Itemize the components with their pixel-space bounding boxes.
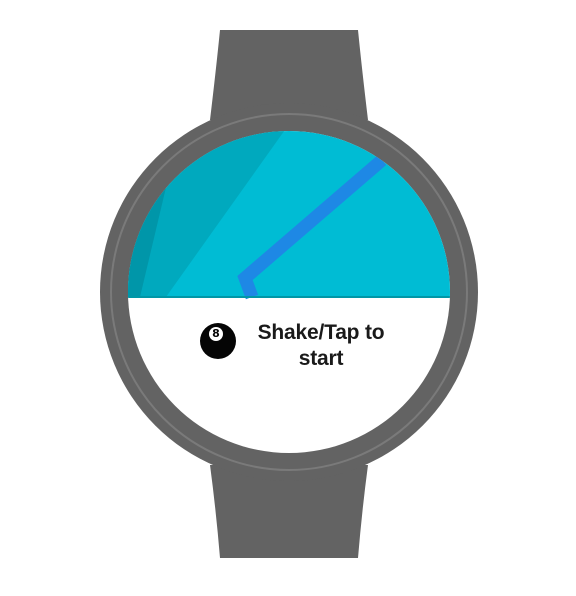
start-instruction-text[interactable]: Shake/Tap to start xyxy=(256,320,386,372)
header-divider xyxy=(128,296,450,298)
magic-8-ball-icon[interactable]: 8 xyxy=(200,323,236,359)
start-prompt[interactable]: 8 Shake/Tap to start xyxy=(200,320,400,390)
smartwatch-device xyxy=(100,30,478,558)
ball-number: 8 xyxy=(209,327,223,341)
